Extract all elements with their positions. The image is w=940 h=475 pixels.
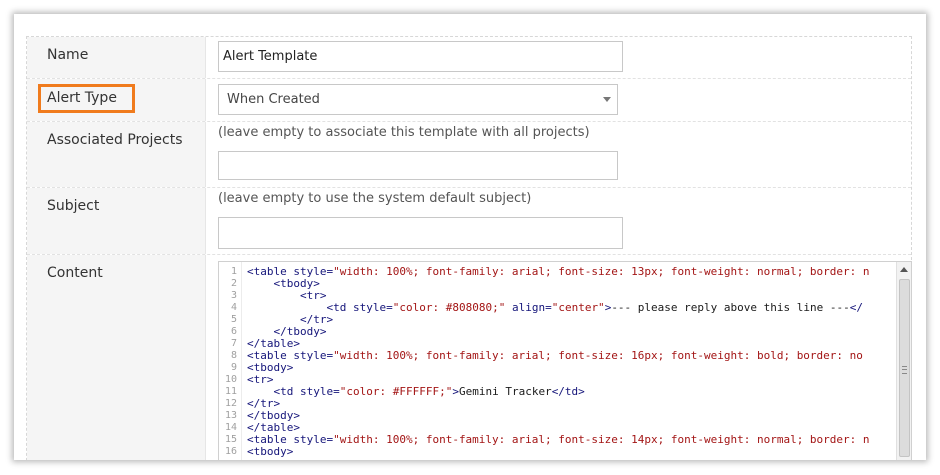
line-number: 4 bbox=[230, 302, 237, 313]
alert-type-selected: When Created bbox=[227, 92, 320, 107]
code-token: --- please reply above this line --- bbox=[611, 301, 850, 314]
scrollbar-thumb[interactable] bbox=[899, 279, 910, 457]
field-cell: (leave empty to associate this template … bbox=[206, 122, 911, 187]
code-token: "width: 100%; font-family: arial; font-s… bbox=[333, 265, 870, 278]
code-line: <table style="width: 100%; font-family: … bbox=[247, 266, 870, 278]
code-token: align= bbox=[511, 301, 552, 314]
code-token: "color: #808080;" bbox=[392, 301, 506, 314]
field-cell: (leave empty to use the system default s… bbox=[206, 188, 911, 254]
associated-projects-row: Associated Projects (leave empty to asso… bbox=[27, 122, 911, 188]
code-token: </td> bbox=[551, 385, 585, 398]
editor-scrollbar[interactable] bbox=[896, 262, 911, 460]
associated-projects-label: Associated Projects bbox=[47, 132, 183, 148]
alert-type-select[interactable]: When Created bbox=[218, 84, 618, 115]
alert-type-label: Alert Type bbox=[47, 90, 117, 106]
field-cell: When Created bbox=[206, 79, 911, 121]
line-number: 14 bbox=[224, 422, 237, 433]
code-token: "center" bbox=[551, 301, 605, 314]
label-cell: Name bbox=[27, 37, 206, 78]
line-number: 13 bbox=[224, 410, 237, 421]
code-line: <td style="color: #808080;" align="cente… bbox=[247, 302, 863, 314]
line-number: 9 bbox=[230, 362, 237, 373]
code-line: <table style="width: 100%; font-family: … bbox=[247, 350, 863, 362]
alert-type-row: Alert Type When Created bbox=[27, 79, 911, 122]
label-cell: Alert Type bbox=[27, 79, 206, 121]
name-row: Name Alert Template bbox=[27, 37, 911, 79]
grip-icon bbox=[902, 366, 907, 374]
line-number: 15 bbox=[224, 434, 237, 445]
code-line: <table style="width: 100%; font-family: … bbox=[247, 434, 870, 446]
code-token: "color: #FFFFFF;" bbox=[339, 385, 453, 398]
code-token: </ bbox=[849, 301, 863, 314]
line-number: 16 bbox=[224, 446, 237, 457]
name-label: Name bbox=[47, 47, 89, 63]
code-token: > bbox=[452, 385, 459, 398]
alert-template-form: Name Alert Template Alert Type When Crea… bbox=[26, 36, 912, 460]
field-cell: Alert Template bbox=[206, 37, 911, 78]
label-cell: Associated Projects bbox=[27, 122, 206, 187]
line-number: 7 bbox=[230, 338, 237, 349]
subject-hint: (leave empty to use the system default s… bbox=[218, 191, 532, 206]
associated-projects-input[interactable] bbox=[218, 151, 618, 180]
subject-label: Subject bbox=[47, 198, 100, 214]
code-token: style= bbox=[352, 301, 393, 314]
code-line: <td style="color: #FFFFFF;">Gemini Track… bbox=[247, 386, 585, 398]
line-number: 10 bbox=[224, 374, 237, 385]
code-token: Gemini Tracker bbox=[458, 385, 552, 398]
associated-projects-hint: (leave empty to associate this template … bbox=[218, 125, 590, 140]
line-number: 11 bbox=[224, 386, 237, 397]
line-number: 8 bbox=[230, 350, 237, 361]
code-token: style= bbox=[293, 349, 334, 362]
content-code-editor[interactable]: 1 2 3 4 5 6 7 8 9 10 11 12 13 14 15 16 <table style="wi… bbox=[218, 261, 912, 460]
subject-row: Subject (leave empty to use the system d… bbox=[27, 188, 911, 255]
code-line: <tbody> bbox=[247, 446, 293, 458]
code-area[interactable]: <table style="width: 100%; font-family: … bbox=[247, 262, 895, 460]
line-number: 2 bbox=[230, 278, 237, 289]
name-input[interactable]: Alert Template bbox=[218, 41, 623, 72]
arrow-up-icon[interactable] bbox=[900, 267, 908, 272]
content-label: Content bbox=[47, 265, 103, 281]
line-number: 3 bbox=[230, 290, 237, 301]
content-row: Content 1 2 3 4 5 6 7 8 9 10 11 12 13 14 15 16 <table s… bbox=[27, 255, 912, 460]
label-cell: Content bbox=[27, 255, 206, 460]
line-number: 1 bbox=[230, 266, 237, 277]
line-number: 5 bbox=[230, 314, 237, 325]
subject-input[interactable] bbox=[218, 217, 623, 249]
code-token: "width: 100%; font-family: arial; font-s… bbox=[333, 349, 863, 362]
line-number: 12 bbox=[224, 398, 237, 409]
label-cell: Subject bbox=[27, 188, 206, 254]
code-token: <tbody> bbox=[247, 445, 294, 458]
code-token: style= bbox=[300, 385, 340, 398]
line-number: 6 bbox=[230, 326, 237, 337]
field-cell: 1 2 3 4 5 6 7 8 9 10 11 12 13 14 15 16 <table style="wi… bbox=[206, 255, 912, 460]
code-token: "width: 100%; font-family: arial; font-s… bbox=[333, 433, 870, 446]
code-token: style= bbox=[293, 433, 334, 446]
alert-template-panel: Name Alert Template Alert Type When Crea… bbox=[14, 14, 926, 460]
line-number-gutter: 1 2 3 4 5 6 7 8 9 10 11 12 13 14 15 16 bbox=[219, 262, 242, 460]
chevron-down-icon bbox=[603, 97, 611, 102]
